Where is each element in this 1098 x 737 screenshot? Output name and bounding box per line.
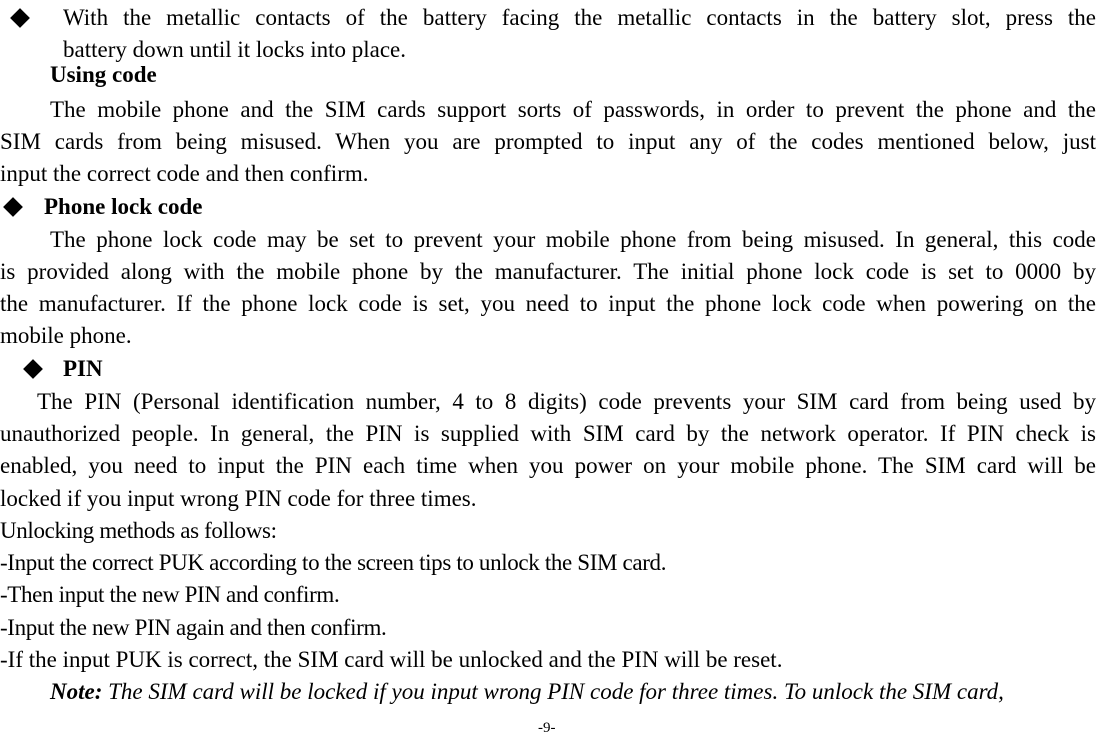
phone-lock-line-3: the manufacturer. If the phone lock code… — [0, 291, 1096, 316]
section-heading-phone-lock-code: Phone lock code — [44, 194, 203, 219]
page-number: -9- — [538, 720, 556, 736]
unlocking-step: -Input the new PIN again and then confir… — [0, 615, 387, 640]
unlocking-step: -If the input PUK is correct, the SIM ca… — [0, 647, 783, 672]
unlocking-intro: Unlocking methods as follows: — [0, 518, 277, 543]
section-heading-pin: PIN — [63, 356, 103, 381]
using-code-line-1: The mobile phone and the SIM cards suppo… — [50, 97, 1096, 122]
using-code-line-3: input the correct code and then confirm. — [0, 161, 369, 186]
pin-line-3: enabled, you need to input the PIN each … — [0, 453, 1096, 478]
diamond-bullet-icon — [23, 359, 43, 379]
phone-lock-line-2: is provided along with the mobile phone … — [0, 259, 1096, 284]
unlocking-step: -Then input the new PIN and confirm. — [0, 582, 340, 607]
diamond-bullet-icon — [10, 8, 30, 28]
section-heading-using-code: Using code — [50, 62, 157, 87]
phone-lock-line-1: The phone lock code may be set to preven… — [50, 227, 1096, 252]
phone-lock-line-4: mobile phone. — [0, 323, 132, 348]
note-line: Note: The SIM card will be locked if you… — [50, 678, 1096, 706]
using-code-line-2: SIM cards from being misused. When you a… — [0, 129, 1096, 154]
battery-step-line-1: With the metallic contacts of the batter… — [63, 5, 1096, 30]
note-label: Note: — [50, 679, 103, 704]
pin-line-1: The PIN (Personal identification number,… — [37, 389, 1096, 414]
diamond-bullet-icon — [3, 197, 23, 217]
unlocking-step: -Input the correct PUK according to the … — [0, 550, 667, 575]
battery-step-line-2: battery down until it locks into place. — [63, 37, 407, 62]
pin-line-4: locked if you input wrong PIN code for t… — [0, 486, 477, 511]
pin-line-2: unauthorized people. In general, the PIN… — [0, 421, 1096, 446]
note-text: The SIM card will be locked if you input… — [108, 679, 1004, 704]
